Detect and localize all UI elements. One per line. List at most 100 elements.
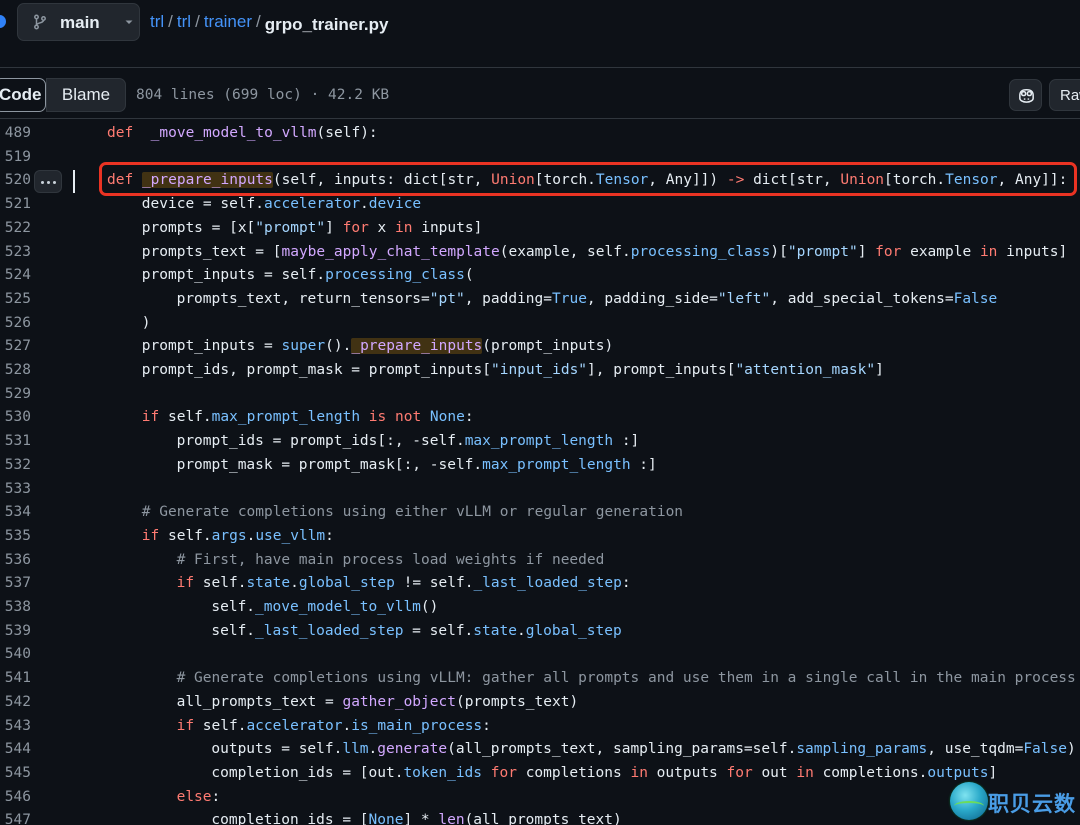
line-number[interactable]: 527 <box>0 335 31 359</box>
code-token: completion_ids = [ <box>211 812 369 825</box>
code-token: if <box>141 409 160 426</box>
code-token: is not <box>368 409 422 426</box>
code-text: prompt_ids = prompt_ids[:, -self.max_pro… <box>177 430 640 454</box>
line-number[interactable]: 520 <box>0 169 31 193</box>
code-token: () <box>420 599 439 615</box>
code-token: inputs] <box>412 219 483 236</box>
code-line: 525 prompts_text, return_tensors="pt", pa… <box>0 288 1080 312</box>
line-number[interactable]: 521 <box>0 193 31 217</box>
code-token: out <box>752 764 797 781</box>
code-text: completion_ids = [out.token_ids for comp… <box>211 762 997 786</box>
code-token: self. <box>211 622 256 639</box>
code-token: args <box>211 527 247 544</box>
code-token: for <box>342 219 369 236</box>
code-token: != self. <box>394 575 474 592</box>
repo-header: main trl / trl / trainer / grpo_trainer.py <box>0 0 1080 68</box>
line-number[interactable]: 526 <box>0 312 31 336</box>
code-token: False <box>1023 741 1067 758</box>
code-token: gather_object <box>342 693 456 710</box>
code-token: _last_loaded_step <box>255 622 404 639</box>
code-text: completion_ids = [None] * len(all_prompt… <box>211 809 621 825</box>
code-token: completion_ids = [out. <box>211 764 404 781</box>
breadcrumb-folder-link[interactable]: trl <box>177 12 191 31</box>
code-token: ) <box>141 314 151 331</box>
file-name: grpo_trainer.py <box>264 15 389 34</box>
code-token: for <box>490 764 517 781</box>
breadcrumb-subfolder-link[interactable]: trainer <box>204 12 252 31</box>
code-token: (all_prompts_text) <box>464 812 622 825</box>
code-token: "input_ids" <box>491 362 588 378</box>
line-number[interactable]: 537 <box>0 572 31 596</box>
line-number[interactable]: 519 <box>0 146 31 170</box>
line-number[interactable]: 538 <box>0 596 31 620</box>
line-number[interactable]: 539 <box>0 620 31 644</box>
raw-button[interactable]: Raw <box>1049 79 1080 111</box>
line-number[interactable]: 489 <box>0 122 31 146</box>
code-token: (). <box>325 338 352 355</box>
line-number[interactable]: 544 <box>0 738 31 762</box>
code-token: if <box>141 527 160 544</box>
code-token: "left" <box>717 290 771 307</box>
line-number[interactable]: 528 <box>0 359 31 383</box>
line-number[interactable]: 534 <box>0 501 31 525</box>
code-token: (prompts_text) <box>455 693 579 710</box>
code-token: if <box>176 717 195 734</box>
code-text: # Generate completions using vLLM: gathe… <box>177 667 1076 691</box>
line-number[interactable]: 543 <box>0 715 31 739</box>
tab-blame[interactable]: Blame <box>46 78 126 112</box>
line-number[interactable]: 529 <box>0 383 31 407</box>
line-number[interactable]: 545 <box>0 762 31 786</box>
copilot-button[interactable] <box>1009 79 1042 111</box>
line-number[interactable]: 536 <box>0 549 31 573</box>
line-number[interactable]: 524 <box>0 264 31 288</box>
code-line: 522 prompts = [x["prompt"] for x in input… <box>0 217 1080 241</box>
code-line: 532 prompt_mask = prompt_mask[:, -self.ma… <box>0 454 1080 478</box>
code-token: :] <box>613 433 640 450</box>
code-token: "attention_mask" <box>735 362 876 378</box>
line-number[interactable]: 540 <box>0 643 31 667</box>
tab-code[interactable]: Code <box>0 78 46 112</box>
line-number[interactable]: 523 <box>0 241 31 265</box>
code-line: 521 device = self.accelerator.device <box>0 193 1080 217</box>
code-line: 541 # Generate completions using vLLM: ga… <box>0 667 1080 691</box>
code-token: state <box>473 622 517 639</box>
code-token: False <box>953 290 998 307</box>
line-number[interactable]: 530 <box>0 406 31 430</box>
line-number[interactable]: 533 <box>0 478 31 502</box>
line-number[interactable]: 542 <box>0 691 31 715</box>
code-token: maybe_apply_chat_template <box>281 243 500 260</box>
breadcrumb-repo-link[interactable]: trl <box>150 12 164 31</box>
code-token: (all_prompts_text, sampling_params=self. <box>447 741 797 758</box>
line-number[interactable]: 525 <box>0 288 31 312</box>
code-text: if self.state.global_step != self._last_… <box>177 572 631 596</box>
code-token: processing_class <box>325 267 465 284</box>
code-token: : <box>464 409 474 426</box>
line-number[interactable]: 546 <box>0 786 31 810</box>
code-token: prompts = [x[ <box>141 219 256 236</box>
code-token: . <box>368 741 378 758</box>
code-line: 537 if self.state.global_step != self._la… <box>0 572 1080 596</box>
code-text: prompt_ids, prompt_mask = prompt_inputs[… <box>142 359 884 383</box>
branch-selector-button[interactable]: main <box>17 3 140 41</box>
sidebar-toggle-dot[interactable] <box>0 15 6 28</box>
line-actions-button[interactable] <box>34 170 62 193</box>
code-text: if self.accelerator.is_main_process: <box>177 715 491 739</box>
code-token: llm <box>342 741 369 758</box>
line-number[interactable]: 535 <box>0 525 31 549</box>
code-token: x <box>368 219 396 236</box>
text-cursor <box>73 170 75 193</box>
line-number[interactable]: 547 <box>0 809 31 825</box>
line-number[interactable]: 532 <box>0 454 31 478</box>
line-number[interactable]: 522 <box>0 217 31 241</box>
code-token: "prompt" <box>787 243 858 260</box>
code-token: # First, have main process load weights … <box>176 551 605 568</box>
line-number[interactable]: 541 <box>0 667 31 691</box>
code-text: outputs = self.llm.generate(all_prompts_… <box>211 738 1075 762</box>
file-toolbar: Code Blame 804 lines (699 loc) · 42.2 KB… <box>0 69 1080 119</box>
line-number[interactable]: 531 <box>0 430 31 454</box>
code-token: . <box>516 622 526 639</box>
code-text: if self.max_prompt_length is not None: <box>142 406 474 430</box>
code-token: self. <box>194 717 247 734</box>
